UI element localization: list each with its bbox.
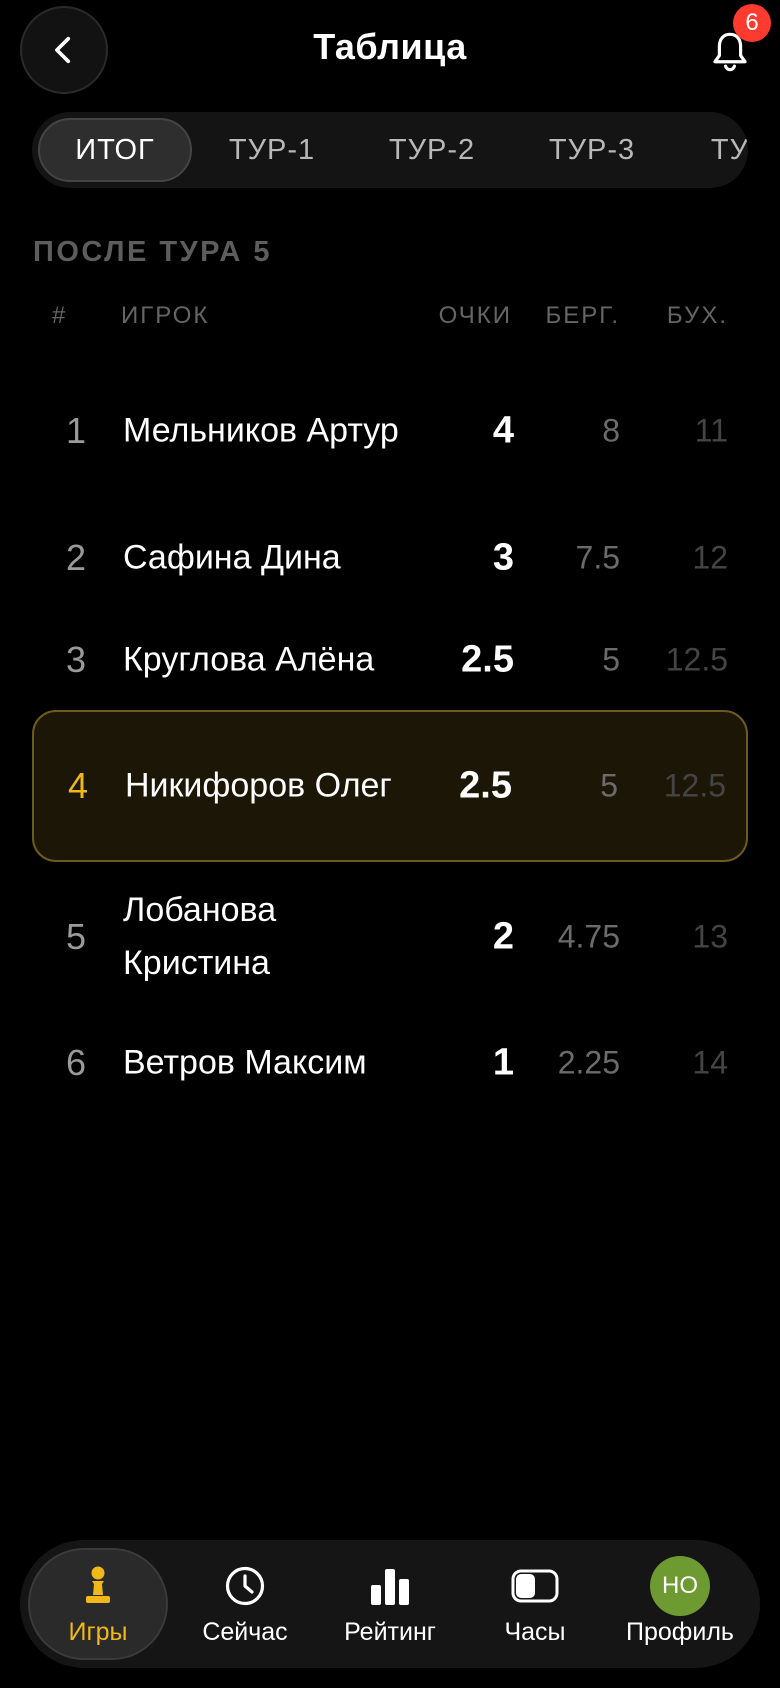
row-player-name: Никифоров Олег	[125, 766, 392, 805]
pawn-icon	[81, 1562, 115, 1610]
standings-screen: Таблица 6 ИТОГ ТУР-1 ТУР-2 ТУР-3 ТУР-4 П…	[0, 0, 780, 1688]
nav-label: Игры	[68, 1617, 128, 1646]
row-rank: 4	[67, 765, 89, 806]
row-rank: 6	[65, 1042, 87, 1083]
tab-round-1[interactable]: ТУР-1	[202, 118, 342, 182]
row-berger: 8	[602, 412, 620, 449]
row-rank: 5	[65, 916, 87, 957]
column-header-rank: #	[52, 302, 68, 329]
tab-round-2[interactable]: ТУР-2	[360, 118, 504, 182]
round-tabs: ИТОГ ТУР-1 ТУР-2 ТУР-3 ТУР-4	[32, 112, 748, 188]
column-header-berger: БЕРГ.	[545, 302, 620, 329]
bar-chart-icon	[369, 1562, 411, 1610]
section-label: ПОСЛЕ ТУРА 5	[33, 236, 273, 268]
row-points: 2	[492, 915, 514, 958]
nav-rating[interactable]: Рейтинг	[320, 1548, 460, 1660]
row-berger: 7.5	[575, 539, 620, 576]
nav-profile[interactable]: НО Профиль	[610, 1548, 750, 1660]
column-header-points: ОЧКИ	[438, 302, 512, 329]
avatar-initials: НО	[650, 1555, 710, 1616]
chess-clock-icon	[511, 1562, 559, 1610]
clock-icon	[224, 1562, 266, 1610]
row-buchholz: 12.5	[665, 641, 728, 678]
row-berger: 4.75	[557, 918, 620, 955]
nav-now[interactable]: Сейчас	[175, 1548, 315, 1660]
standings-row[interactable]: 1 Мельников Артур 4 8 11	[32, 377, 748, 485]
row-player-name: Мельников Артур	[123, 411, 399, 450]
column-header-player: ИГРОК	[121, 302, 210, 329]
row-berger: 5	[600, 767, 618, 804]
row-player-name: Ветров Максим	[123, 1043, 367, 1082]
bottom-nav: Игры Сейчас Рейтинг Часы НО Профиль	[20, 1540, 760, 1668]
row-rank: 1	[65, 410, 87, 451]
notification-badge: 6	[733, 4, 771, 42]
row-points: 3	[492, 536, 514, 579]
row-buchholz: 12.5	[663, 767, 726, 804]
row-rank: 2	[65, 537, 87, 578]
standings-row-current-user[interactable]: 4 Никифоров Олег 2.5 5 12.5	[32, 710, 748, 862]
nav-label: Часы	[504, 1617, 566, 1646]
tab-total[interactable]: ИТОГ	[38, 118, 192, 182]
row-points: 2.5	[461, 638, 514, 681]
row-buchholz: 11	[694, 412, 728, 449]
row-player-name: Круглова Алёна	[123, 640, 375, 679]
row-buchholz: 12	[692, 539, 728, 576]
row-points: 2.5	[459, 764, 512, 807]
row-points: 1	[492, 1041, 514, 1084]
page-title: Таблица	[313, 26, 467, 67]
row-berger: 2.25	[557, 1044, 620, 1081]
row-player-name: Сафина Дина	[123, 538, 341, 577]
nav-label: Сейчас	[202, 1617, 288, 1646]
column-header-buchholz: БУХ.	[666, 302, 728, 329]
tab-round-4[interactable]: ТУР-4	[682, 118, 748, 182]
standings-row[interactable]: 2 Сафина Дина 3 7.5 12	[32, 520, 748, 596]
nav-clock[interactable]: Часы	[465, 1548, 605, 1660]
row-points: 4	[492, 409, 514, 452]
nav-games[interactable]: Игры	[28, 1548, 168, 1660]
row-rank: 3	[65, 639, 87, 680]
standings-row[interactable]: 5 Лобанова Кристина 2 4.75 13	[32, 883, 748, 991]
nav-label: Рейтинг	[344, 1617, 436, 1646]
tab-round-3[interactable]: ТУР-3	[520, 118, 664, 182]
row-buchholz: 13	[692, 918, 728, 955]
nav-label: Профиль	[626, 1617, 734, 1646]
row-player-name: Лобанова Кристина	[123, 891, 277, 982]
row-buchholz: 14	[692, 1044, 728, 1081]
standings-row[interactable]: 6 Ветров Максим 1 2.25 14	[32, 1025, 748, 1101]
standings-row[interactable]: 3 Круглова Алёна 2.5 5 12.5	[32, 622, 748, 698]
avatar: НО	[650, 1555, 710, 1616]
row-berger: 5	[602, 641, 620, 678]
